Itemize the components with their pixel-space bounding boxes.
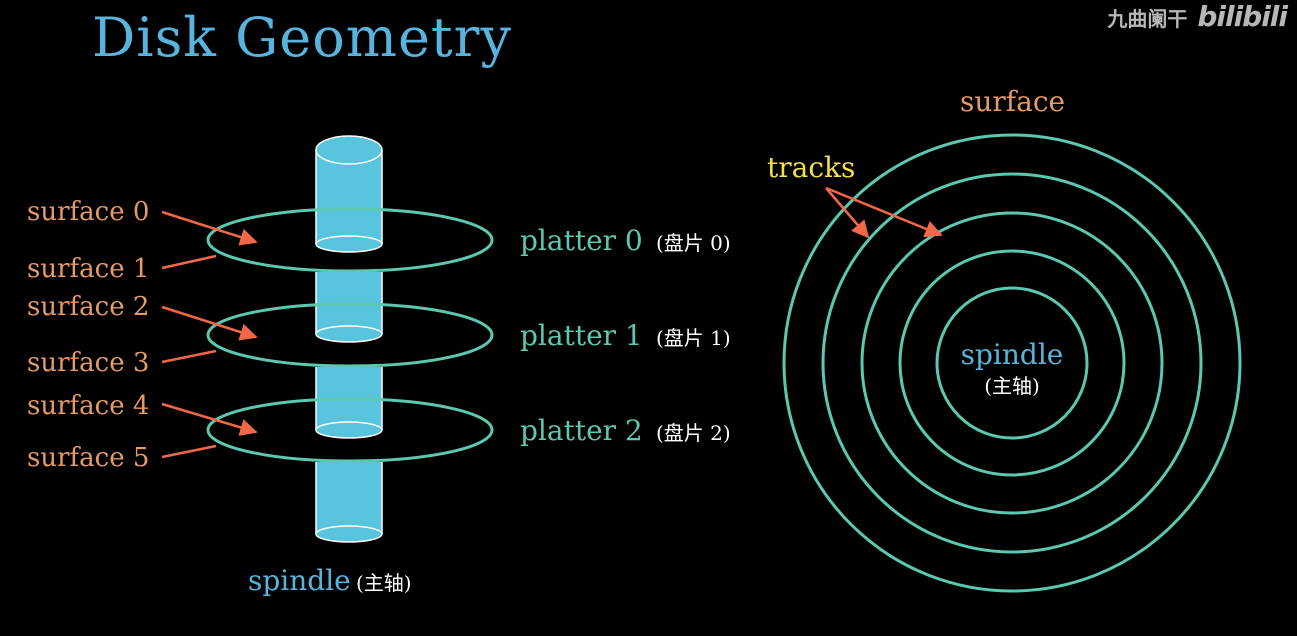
spindle-segment-middle-1 bbox=[315, 272, 383, 343]
surface-4-label: surface 4 bbox=[27, 391, 149, 421]
surface-5-label: surface 5 bbox=[27, 443, 149, 473]
disk-geometry-diagram: surface 0 surface 1 surface 2 surface 3 … bbox=[27, 85, 1242, 597]
surface-labels: surface 0 surface 1 surface 2 surface 3 … bbox=[27, 197, 149, 473]
spindle-label: spindle bbox=[248, 564, 351, 597]
platter-0-cn-label: (盘片 0) bbox=[656, 231, 731, 255]
surface-5-pointer bbox=[161, 444, 217, 459]
tracks-label: tracks bbox=[767, 151, 855, 184]
surface-2-label: surface 2 bbox=[27, 292, 149, 322]
surface-0-label: surface 0 bbox=[27, 197, 149, 227]
platter-1-cn-label: (盘片 1) bbox=[656, 326, 731, 350]
right-spindle-cn-label: (主轴) bbox=[984, 374, 1040, 398]
surface-1-label: surface 1 bbox=[27, 254, 149, 284]
spindle-cn-label: (主轴) bbox=[356, 571, 412, 595]
platter-2-cn-label: (盘片 2) bbox=[656, 421, 731, 445]
surface-3-pointer bbox=[161, 349, 217, 364]
right-surface-label: surface bbox=[960, 85, 1065, 118]
platter-1-label: platter 1 bbox=[520, 319, 643, 352]
left-disk-stack bbox=[206, 135, 494, 543]
spindle-segment-bottom bbox=[315, 462, 383, 543]
surface-1-pointer bbox=[161, 254, 217, 270]
right-spindle-label: spindle bbox=[961, 338, 1064, 371]
spindle-segment-middle-2 bbox=[315, 367, 383, 439]
platter-2-label: platter 2 bbox=[520, 414, 643, 447]
platter-0-label: platter 0 bbox=[520, 224, 643, 257]
surface-3-label: surface 3 bbox=[27, 348, 149, 378]
platter-labels: platter 0 (盘片 0) platter 1 (盘片 1) platte… bbox=[520, 224, 731, 447]
spindle-segment-top bbox=[315, 135, 383, 253]
